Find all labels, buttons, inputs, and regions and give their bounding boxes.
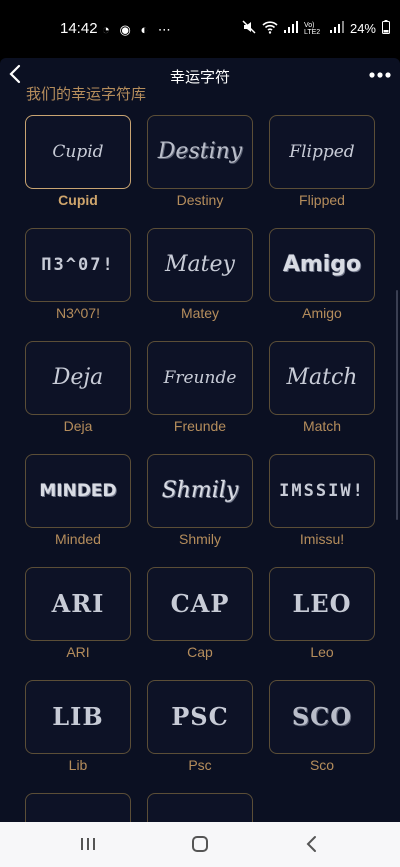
card-frame: LIB [25, 680, 131, 754]
lucky-character-card-cupid[interactable]: Cupid Cupid [25, 115, 131, 208]
character-name: N3^07! [56, 305, 100, 321]
more-button[interactable] [368, 66, 392, 84]
character-name: Shmily [178, 531, 221, 547]
lucky-character-card-leo[interactable]: LEO Leo [269, 567, 375, 660]
lucky-character-card-amigo[interactable]: Amigo Amigo [269, 228, 375, 321]
card-frame: MINDED [25, 454, 131, 528]
character-art: LIB [52, 702, 104, 731]
character-name: Matey [180, 305, 220, 321]
character-art: Flipped [289, 141, 355, 162]
scrollbar[interactable] [396, 290, 398, 520]
back-nav-button[interactable] [298, 832, 326, 856]
character-art: ARI [51, 589, 105, 618]
character-art: Π3^07! [41, 254, 115, 275]
card-frame: Π3^07! [25, 228, 131, 302]
notification-icons: ◔ ◉ ◐ ⋯ [102, 22, 174, 37]
character-name: Freunde [173, 418, 227, 434]
back-icon [306, 836, 316, 852]
character-art: IMSSIW! [279, 480, 365, 501]
lucky-character-card-matey[interactable]: Matey Matey [147, 228, 253, 321]
recent-apps-icon [81, 838, 95, 850]
card-frame: Destiny [147, 115, 253, 189]
lucky-character-card-minded[interactable]: MINDED Minded [25, 454, 131, 547]
more-horizontal-icon [369, 72, 391, 78]
character-art: PSC [171, 702, 229, 731]
home-icon [192, 836, 208, 852]
system-nav-bar [0, 822, 400, 867]
card-frame: Flipped [269, 115, 375, 189]
card-frame: IMSSIW! [269, 454, 375, 528]
character-name: Match [302, 418, 342, 434]
lucky-character-card-cap[interactable]: CAP Cap [147, 567, 253, 660]
lucky-character-card-destiny[interactable]: Destiny Destiny [147, 115, 253, 208]
wifi-icon [262, 20, 278, 37]
character-name: Imissu! [299, 531, 345, 547]
character-name: Cupid [58, 192, 98, 208]
character-art: Matey [165, 252, 235, 277]
card-frame: Freunde [147, 341, 253, 415]
character-name: Cap [187, 644, 213, 660]
lucky-character-card-n3-07[interactable]: Π3^07! N3^07! [25, 228, 131, 321]
character-art: LEO [292, 589, 352, 618]
card-frame: CAP [147, 567, 253, 641]
character-name: Deja [63, 418, 93, 434]
card-frame: Matey [147, 228, 253, 302]
status-bar: 14:42 ◔ ◉ ◐ ⋯ Vo) LTE2 24% [0, 0, 400, 58]
home-button[interactable] [186, 832, 214, 856]
character-name: Psc [188, 757, 212, 773]
card-frame: Amigo [269, 228, 375, 302]
card-frame: Shmily [147, 454, 253, 528]
character-name: Minded [55, 531, 101, 547]
character-art: Shmily [161, 478, 239, 503]
card-frame [147, 793, 253, 822]
lucky-character-card-freunde[interactable]: Freunde Freunde [147, 341, 253, 434]
character-art: Amigo [282, 252, 362, 277]
character-art: Freunde [163, 367, 237, 388]
character-art: Deja [52, 365, 104, 390]
lucky-character-card-imissu[interactable]: IMSSIW! Imissu! [269, 454, 375, 547]
card-frame: ARI [25, 567, 131, 641]
signal-icon-2 [329, 21, 344, 36]
lucky-character-card-match[interactable]: Match Match [269, 341, 375, 434]
character-art: Match [286, 365, 358, 390]
character-name: Amigo [302, 305, 342, 321]
lucky-character-card-item-18[interactable] [25, 793, 131, 822]
card-frame: LEO [269, 567, 375, 641]
character-name: Flipped [299, 192, 345, 208]
network-label: Vo) LTE2 [303, 21, 321, 36]
lucky-character-card-sco[interactable]: SCO Sco [269, 680, 375, 773]
lucky-character-card-deja[interactable]: Deja Deja [25, 341, 131, 434]
character-name: Lib [68, 757, 88, 773]
card-frame: Deja [25, 341, 131, 415]
character-name: Leo [310, 644, 334, 660]
recent-apps-button[interactable] [74, 832, 102, 856]
character-art: MINDED [39, 480, 117, 501]
battery-icon [382, 20, 390, 37]
lucky-character-card-psc[interactable]: PSC Psc [147, 680, 253, 773]
character-name: ARI [66, 644, 90, 660]
character-name: Sco [309, 757, 335, 773]
card-frame: PSC [147, 680, 253, 754]
status-right: Vo) LTE2 24% [242, 20, 390, 37]
character-art: CAP [170, 589, 230, 618]
lucky-character-card-lib[interactable]: LIB Lib [25, 680, 131, 773]
character-art: Cupid [52, 141, 104, 162]
card-frame: Cupid [25, 115, 131, 189]
mute-icon [242, 20, 256, 37]
character-art: Destiny [157, 139, 243, 164]
app-container: 幸运字符 我们的幸运字符库 Cupid Cupid Destiny Destiny Fl… [0, 58, 400, 822]
lucky-character-card-item-19[interactable] [147, 793, 253, 822]
character-art: SCO [291, 702, 353, 731]
battery-text: 24% [349, 21, 376, 36]
card-frame [25, 793, 131, 822]
status-time: 14:42 [60, 20, 98, 37]
character-name: Destiny [176, 192, 224, 208]
section-title: 我们的幸运字符库 [26, 85, 147, 103]
lucky-character-card-ari[interactable]: ARI ARI [25, 567, 131, 660]
card-frame: SCO [269, 680, 375, 754]
lucky-character-card-flipped[interactable]: Flipped Flipped [269, 115, 375, 208]
lucky-character-card-shmily[interactable]: Shmily Shmily [147, 454, 253, 547]
signal-icon [283, 21, 298, 36]
card-frame: Match [269, 341, 375, 415]
